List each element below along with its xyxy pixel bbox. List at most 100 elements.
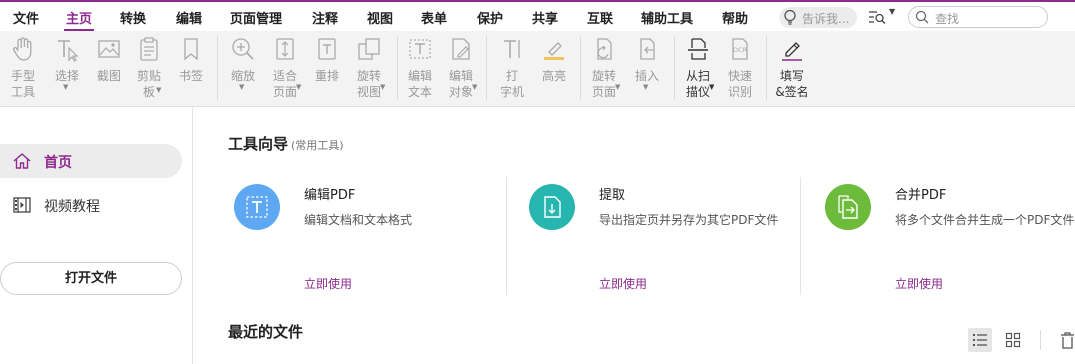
edit-text-button[interactable]: 编辑 文本 [401,31,439,107]
typewriter-label: 打字机 [499,69,524,99]
reflow-icon [318,38,336,60]
grid-view-button[interactable] [1001,328,1025,352]
edit-text-label: 编辑 文本 [407,69,432,99]
select-tool-button[interactable]: 选择 ▼ [48,31,86,107]
fit-page-button[interactable]: 适合 页面 ▼ [266,31,304,107]
sidebar-item-home[interactable]: 首页 [0,144,182,178]
menu-edit[interactable]: 编辑 [176,8,202,27]
clipboard-button[interactable]: 剪贴板 ▼ [130,31,168,107]
menu-protect[interactable]: 保护 [477,8,503,27]
zoom-label: 缩放 [230,69,255,83]
quick-ocr-button[interactable]: OCR 快速 识别 [721,31,759,107]
hand-icon [12,37,32,61]
menu-bar: 文件 主页 转换 编辑 页面管理 注释 视图 表单 保护 共享 互联 辅助工具 … [0,2,1075,31]
card-title: 提取 [599,188,626,203]
recent-files-heading: 最近的文件 [228,323,304,341]
search-icon [915,10,929,24]
highlight-label: 高亮 [541,69,566,83]
clipboard-label: 剪贴板 [136,69,161,99]
chevron-down-icon[interactable]: ▼ [63,83,68,91]
grid-view-icon [1005,332,1021,348]
chevron-down-icon[interactable]: ▼ [380,83,385,91]
scanner-icon [688,38,708,60]
select-text-icon [58,40,79,62]
card-description: 编辑文档和文本格式 [304,213,413,227]
menu-help[interactable]: 帮助 [722,8,748,27]
menu-comment[interactable]: 注释 [312,8,338,27]
bookmark-icon [184,38,198,61]
menu-share[interactable]: 共享 [532,8,558,27]
extract-badge [529,184,575,230]
snapshot-button[interactable]: 截图 [90,31,128,107]
chevron-down-icon[interactable]: ▼ [615,83,620,91]
chevron-down-icon[interactable]: ▼ [889,7,895,16]
typewriter-icon [504,40,520,58]
use-now-link[interactable]: 立即使用 [895,275,943,292]
list-view-icon [973,334,987,346]
film-icon [13,197,31,213]
menu-home[interactable]: 主页 [63,8,95,31]
chevron-down-icon[interactable]: ▼ [296,83,301,91]
trash-icon[interactable] [1060,331,1074,349]
search-box[interactable]: 查找 [908,6,1048,28]
tool-card-extract: 提取 导出指定页并另存为其它PDF文件 立即使用 [489,177,785,295]
edit-text-icon [409,39,431,59]
merge-files-icon [838,195,858,219]
highlight-button[interactable]: 高亮 [535,31,573,107]
toolbar-divider [1040,330,1041,350]
fit-page-icon [276,38,294,60]
menu-view[interactable]: 视图 [367,8,393,27]
select-tool-label: 选择 [54,69,79,83]
lightbulb-icon [784,9,796,25]
tool-guide-title: 工具向导 [228,135,289,153]
menu-file[interactable]: 文件 [13,8,39,27]
ribbon-toolbar: 手型 工具 选择 ▼ 截图 剪贴板 ▼ 书签 缩放 ▼ 适合 页面 ▼ 重排 旋转视… [0,31,1075,107]
use-now-link[interactable]: 立即使用 [304,275,352,292]
fill-sign-button[interactable]: 填写 &签名 [772,31,812,107]
start-sidebar: 首页 视频教程 打开文件 [0,107,193,364]
menu-connect[interactable]: 互联 [587,8,613,27]
find-mode-icon[interactable] [868,9,886,25]
menu-page-management[interactable]: 页面管理 [230,8,282,27]
insert-button[interactable]: 插入 ▼ [628,31,666,107]
tool-card-merge-pdf: 合并PDF 将多个文件合并生成一个PDF文件 立即使用 [785,177,1075,295]
chevron-down-icon[interactable]: ▼ [709,83,714,91]
tell-me-box[interactable]: 告诉我... [779,7,857,28]
card-title: 合并PDF [895,188,947,203]
chevron-down-icon[interactable]: ▼ [472,83,477,91]
reflow-button[interactable]: 重排 [308,31,346,107]
edit-object-button[interactable]: 编辑 对象 ▼ [442,31,480,107]
ribbon-divider [397,36,398,100]
quick-ocr-label: 快速 识别 [727,69,752,99]
merge-pdf-badge [825,184,871,230]
clipboard-icon [140,37,158,61]
bookmark-label: 书签 [178,69,203,83]
sidebar-item-video-tutorial[interactable]: 视频教程 [0,188,182,222]
ribbon-divider [580,36,581,100]
use-now-link[interactable]: 立即使用 [599,275,647,292]
zoom-button[interactable]: 缩放 ▼ [224,31,262,107]
ribbon-divider [674,36,675,100]
chevron-down-icon[interactable]: ▼ [643,83,648,91]
bookmark-button[interactable]: 书签 [172,31,210,107]
chevron-down-icon[interactable]: ▼ [239,83,244,91]
insert-page-icon [640,38,655,60]
highlighter-icon [544,42,564,60]
list-view-button[interactable] [968,328,992,352]
rotate-view-button[interactable]: 旋转 视图 ▼ [350,31,388,107]
open-file-button[interactable]: 打开文件 [0,262,182,295]
hand-tool-button[interactable]: 手型 工具 [4,31,42,107]
search-placeholder: 查找 [935,12,960,26]
menu-accessibility[interactable]: 辅助工具 [641,8,693,27]
from-scanner-button[interactable]: 从扫 描仪 ▼ [679,31,717,107]
typewriter-button[interactable]: 打字机 [493,31,531,107]
rotate-view-icon [358,38,380,60]
rotate-page-button[interactable]: 旋转 页面 ▼ [585,31,623,107]
menu-form[interactable]: 表单 [421,8,447,27]
tool-guide-subtitle: (常用工具) [291,139,344,152]
edit-pdf-badge [234,184,280,230]
svg-text:OCR: OCR [733,46,748,54]
home-icon [13,153,31,169]
chevron-down-icon[interactable]: ▼ [156,86,161,94]
menu-convert[interactable]: 转换 [120,8,146,27]
